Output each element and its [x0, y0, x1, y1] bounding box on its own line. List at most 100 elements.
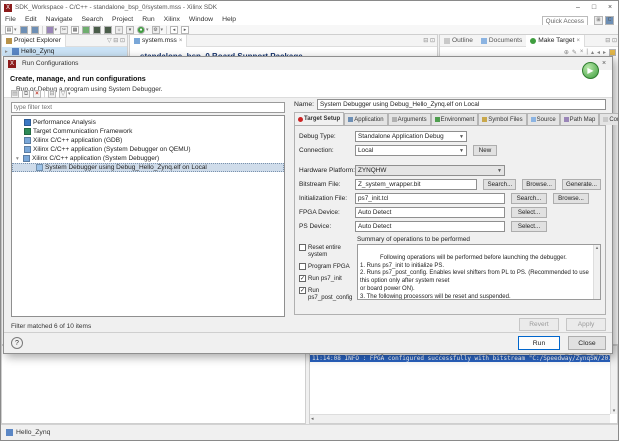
close-tab-icon[interactable]: ×: [179, 38, 183, 44]
checkbox-icon[interactable]: [299, 287, 306, 294]
bitstream-input[interactable]: [355, 179, 477, 190]
connection-select[interactable]: Local ▼: [355, 145, 467, 156]
help-button[interactable]: ?: [11, 337, 23, 349]
external-tools-icon[interactable]: ⚙: [152, 26, 160, 34]
maximize-button[interactable]: □: [586, 1, 602, 14]
menu-project[interactable]: Project: [112, 16, 133, 23]
menu-window[interactable]: Window: [189, 16, 213, 23]
menu-navigate[interactable]: Navigate: [46, 16, 73, 23]
menu-xilinx[interactable]: Xilinx: [164, 16, 180, 23]
scroll-left-icon[interactable]: ◂: [311, 416, 314, 422]
tab-environment[interactable]: Environment: [431, 113, 479, 125]
run-ps7-post-config-checkbox[interactable]: Run ps7_post_config: [299, 287, 357, 301]
program-fpga-icon[interactable]: [46, 26, 54, 34]
build-all-icon[interactable]: [82, 26, 90, 34]
tab-target-setup[interactable]: Target Setup: [294, 112, 344, 125]
panel-minmax-icons[interactable]: ⊟ ⊡: [605, 37, 617, 44]
revert-button[interactable]: Revert: [519, 318, 559, 331]
filter-input[interactable]: [11, 102, 285, 113]
tab-arguments[interactable]: Arguments: [388, 113, 431, 125]
expander-icon[interactable]: ▸: [5, 49, 10, 55]
init-browse-button[interactable]: Browse...: [553, 193, 589, 204]
expander-icon[interactable]: ▾: [16, 156, 21, 162]
run-icon[interactable]: ●: [137, 26, 145, 34]
terminal-icon[interactable]: [93, 26, 101, 34]
filter-launch-config-icon[interactable]: ▽: [59, 90, 67, 98]
menu-file[interactable]: File: [5, 16, 16, 23]
forward-icon[interactable]: ▸: [181, 26, 189, 34]
debug-icon[interactable]: ☼: [115, 26, 123, 34]
console-line-selected[interactable]: 11:14:08 INFO : FPGA configured successf…: [310, 355, 610, 362]
remove-make-target-icon[interactable]: ×: [580, 49, 584, 56]
new-dropdown-icon[interactable]: ▾: [14, 27, 17, 33]
tab-path-map[interactable]: Path Map: [560, 113, 600, 125]
menu-search[interactable]: Search: [82, 16, 104, 23]
new-make-target-icon[interactable]: ⊕: [564, 49, 569, 56]
name-input[interactable]: [317, 99, 606, 110]
duplicate-launch-config-icon[interactable]: ⧉: [22, 90, 30, 98]
initialization-input[interactable]: [355, 193, 505, 204]
run-dropdown-icon[interactable]: ▾: [146, 27, 149, 33]
external-tools-dropdown-icon[interactable]: ▾: [161, 27, 164, 33]
config-tree-item-selected-config[interactable]: System Debugger using Debug_Hello_Zynq.e…: [12, 163, 284, 172]
init-search-button[interactable]: Search...: [511, 193, 547, 204]
config-tree-item-performance-analysis[interactable]: Performance Analysis: [12, 118, 284, 127]
tab-make-target[interactable]: Make Target ×: [526, 35, 585, 47]
edit-make-target-icon[interactable]: ✎: [572, 49, 577, 56]
collapse-all-icon[interactable]: ⊟: [48, 90, 56, 98]
summary-scrollbar[interactable]: ▴: [593, 245, 600, 299]
bitstream-generate-button[interactable]: Generate...: [562, 179, 601, 190]
config-tree-item-gdb[interactable]: Xilinx C/C++ application (GDB): [12, 136, 284, 145]
scissors-icon[interactable]: ✂: [60, 26, 68, 34]
back-icon[interactable]: ◂: [170, 26, 178, 34]
save-all-icon[interactable]: [31, 26, 39, 34]
new-launch-config-icon[interactable]: ▤: [11, 90, 19, 98]
bitstream-search-button[interactable]: Search...: [483, 179, 516, 190]
config-tree-item-tcf[interactable]: Target Communication Framework: [12, 127, 284, 136]
tab-symbol-files[interactable]: Symbol Files: [478, 113, 526, 125]
console-horizontal-scrollbar[interactable]: ◂: [310, 414, 610, 423]
scroll-down-icon[interactable]: ▾: [613, 408, 616, 414]
home-icon[interactable]: ▴: [591, 49, 594, 56]
config-tree-item-system-debugger[interactable]: ▾ Xilinx C/C++ application (System Debug…: [12, 154, 284, 163]
ps-select-button[interactable]: Select...: [511, 221, 547, 232]
tab-system-mss[interactable]: system.mss ×: [130, 35, 187, 47]
menu-run[interactable]: Run: [142, 16, 154, 23]
close-button[interactable]: ×: [602, 1, 618, 14]
menu-edit[interactable]: Edit: [25, 16, 37, 23]
apply-button[interactable]: Apply: [566, 318, 606, 331]
tab-common[interactable]: Common: [599, 113, 619, 125]
console-vertical-scrollbar[interactable]: ▾: [610, 346, 617, 414]
tab-application[interactable]: Application: [344, 113, 387, 125]
save-icon[interactable]: [20, 26, 28, 34]
debug-type-select[interactable]: Standalone Application Debug ▼: [355, 131, 467, 142]
fpga-select-button[interactable]: Select...: [511, 207, 547, 218]
checkbox-icon[interactable]: [299, 263, 306, 270]
editor-minmax-icons[interactable]: ⊟ ⊡: [423, 37, 435, 44]
run-button[interactable]: Run: [518, 336, 560, 350]
tab-project-explorer[interactable]: Project Explorer: [2, 35, 66, 47]
tab-source[interactable]: Source: [527, 113, 560, 125]
view-menu-icon[interactable]: ▽ ⊟ ⊡: [107, 37, 125, 44]
cpp-perspective-icon[interactable]: C: [605, 16, 614, 25]
screen-icon[interactable]: [104, 26, 112, 34]
new-icon[interactable]: ▤: [5, 26, 13, 34]
tab-outline[interactable]: Outline: [440, 35, 477, 47]
program-fpga-dropdown-icon[interactable]: ▾: [55, 27, 58, 33]
run-ps7-init-checkbox[interactable]: Run ps7_init: [299, 275, 357, 282]
checkbox-icon[interactable]: [299, 275, 306, 282]
program-fpga-checkbox[interactable]: Program FPGA: [299, 263, 357, 270]
filter-dropdown-icon[interactable]: ▾: [68, 91, 71, 97]
config-tree-item-qemu[interactable]: Xilinx C/C++ application (System Debugge…: [12, 145, 284, 154]
delete-launch-config-icon[interactable]: ×: [33, 90, 41, 98]
forward-icon[interactable]: ▸: [603, 49, 606, 56]
build-make-target-icon[interactable]: [609, 49, 616, 56]
reset-entire-system-checkbox[interactable]: Reset entire system: [299, 244, 357, 258]
checkbox-icon[interactable]: [299, 244, 306, 251]
back-icon[interactable]: ◂: [597, 49, 600, 56]
close-dialog-button[interactable]: Close: [568, 336, 606, 350]
explorer-item-hello-zynq[interactable]: ▸ Hello_Zynq: [2, 47, 127, 56]
new-window-icon[interactable]: ▦: [71, 26, 79, 34]
new-connection-button[interactable]: New: [473, 145, 497, 156]
close-tab-icon[interactable]: ×: [576, 38, 580, 44]
